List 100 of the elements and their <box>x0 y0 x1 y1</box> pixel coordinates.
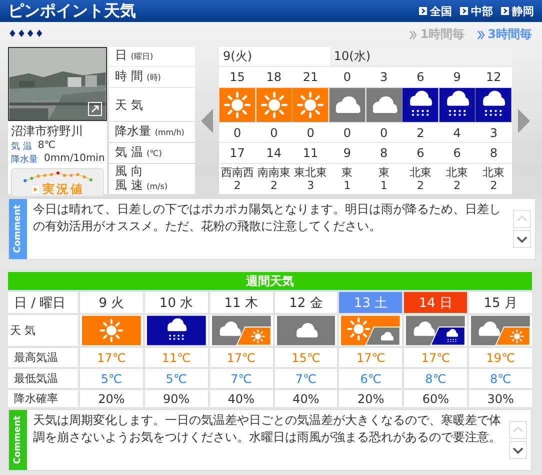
scroll-down-icon[interactable] <box>513 230 531 248</box>
rain-label: 降水量 <box>11 154 38 166</box>
low-temp-cell: 5℃ <box>144 369 208 388</box>
double-chevron-icon <box>409 30 418 40</box>
arrow-icon <box>419 7 427 15</box>
high-temp-cell: 19℃ <box>469 348 532 367</box>
wind-direction: 東 <box>378 166 390 180</box>
sun-and-cloud-icon <box>341 315 400 346</box>
arrow-icon <box>460 7 468 15</box>
hour-cell-text: 12 <box>485 68 502 86</box>
wind-speed: 2 <box>454 179 461 192</box>
low-temp-cell: 8℃ <box>469 369 532 388</box>
rain-cell-text: 0 <box>378 124 389 142</box>
wind-direction: 北東 <box>482 166 505 180</box>
cloud-and-sun-icon <box>471 315 530 346</box>
previous-arrow-icon[interactable] <box>201 108 213 132</box>
wind-direction: 東 <box>342 166 353 180</box>
row-label: 降水確率 <box>8 390 78 407</box>
arrow-icon <box>501 7 509 15</box>
low-temp-cell: 8℃ <box>404 369 468 388</box>
rain-chance-cell: 90% <box>144 390 208 407</box>
hour-cell-text: 18 <box>265 68 283 86</box>
temp-cell-text: 11 <box>302 145 320 162</box>
comment-tag: Comment <box>9 199 27 259</box>
hour-cell-text: 6 <box>416 68 426 86</box>
wind-speed: 2 <box>270 179 278 192</box>
rain-chance-cell: 60% <box>404 390 468 407</box>
wind-direction: 南南東 <box>257 166 290 180</box>
location-mark: ♦♦♦♦ <box>8 29 44 40</box>
row-label: 日 (曜日) <box>109 47 195 66</box>
wind-direction: 北東 <box>446 166 468 180</box>
temp-cell-text: 17 <box>228 145 246 162</box>
rain-cell-text: 0 <box>306 124 316 142</box>
row-label: 最高気温 <box>8 348 78 367</box>
high-temp-cell: 11℃ <box>144 348 208 367</box>
row-label: 時 間 (時) <box>109 66 195 87</box>
sun-icon <box>82 315 141 346</box>
high-temp-cell: 17℃ <box>404 348 468 367</box>
breadcrumb-link[interactable]: 中部 <box>460 4 493 18</box>
rain-chance-cell: 20% <box>339 390 402 407</box>
expand-icon[interactable] <box>88 102 102 116</box>
row-label: 風 向 風 速 (m/s) <box>109 164 195 194</box>
low-temp-cell: 5℃ <box>80 369 143 388</box>
cloud-icon <box>276 315 336 346</box>
comment-text: 天気は周期変化します。一日の気温差や日ごとの気温差が大きくなるので、寒暖差で体調を崩さないようお気をつけください。水曜日は雨風が強まる恐れがあるので要注意。 <box>32 412 502 446</box>
high-temp-cell: 17℃ <box>80 348 143 367</box>
temp-cell-text: 8 <box>378 145 389 162</box>
wind-speed: 2 <box>234 179 241 192</box>
day-cell: 13 土 <box>339 292 402 313</box>
double-chevron-icon <box>476 30 485 40</box>
next-arrow-icon[interactable] <box>518 108 530 132</box>
high-temp-cell: 15℃ <box>274 348 338 367</box>
day-cell-text: 9(火) <box>222 48 253 65</box>
rain-chance-cell: 40% <box>274 390 338 407</box>
hour-cell-text: 0 <box>342 68 352 86</box>
place-name: 沼津市狩野川 <box>10 123 84 140</box>
high-temp-cell: 17℃ <box>339 348 402 367</box>
wind-direction: 西南西 <box>220 166 254 180</box>
hour-cell-text: 3 <box>378 68 389 86</box>
page-title: ピンポイント天気 <box>8 0 136 22</box>
section-header: 週間天気 <box>8 272 532 290</box>
rain-cell-text: 0 <box>269 124 279 142</box>
day-cell: 9 火 <box>80 292 143 313</box>
row-label: 天 気 <box>109 88 195 122</box>
scroll-down-icon[interactable] <box>509 441 527 459</box>
rain-cell-text: 2 <box>416 124 426 142</box>
wind-speed: 1 <box>344 179 351 192</box>
high-temp-cell: 17℃ <box>210 348 273 367</box>
rain-cloud-icon <box>146 315 206 346</box>
low-temp-cell: 6℃ <box>339 369 402 388</box>
cloud-and-rain-cloud-icon <box>406 315 466 346</box>
row-label: 最低気温 <box>8 369 78 388</box>
play-icon <box>30 185 40 194</box>
temp-cell-text: 14 <box>265 145 283 162</box>
temp-cell-text: 6 <box>416 145 426 162</box>
temp-cell-text: 9 <box>342 145 352 162</box>
day-cell: 15 月 <box>469 292 532 313</box>
row-label: 降水量 (mm/h) <box>109 122 195 142</box>
breadcrumb-link[interactable]: 静岡 <box>501 4 534 18</box>
rain-chance-cell: 40% <box>210 390 273 407</box>
wind-speed: 1 <box>380 179 388 192</box>
hour-cell-text: 21 <box>302 68 320 86</box>
rain-chance-cell: 20% <box>80 390 143 407</box>
wind-speed: 3 <box>307 179 314 192</box>
temp-cell-text: 6 <box>452 145 462 162</box>
row-label: 気 温 (℃) <box>109 143 195 164</box>
comment-tag: Comment <box>9 410 27 470</box>
rain-cell-text: 3 <box>488 124 498 142</box>
comment-text: 今日は晴れて、日差しの下ではポカポカ陽気となります。明日は雨が降るため、日差しの有効活用がオススメ。ただ、花粉の飛散に注意してください。 <box>32 201 502 235</box>
cloud-and-sun-icon <box>212 315 271 346</box>
breadcrumb-link[interactable]: 全国 <box>419 4 452 18</box>
row-label: 日 / 曜日 <box>8 292 78 313</box>
row-label: 天 気 <box>8 315 78 346</box>
day-cell: 14 日 <box>404 292 468 313</box>
temp-label: 気 温 <box>11 140 32 153</box>
temp-value: 8℃ <box>38 140 56 153</box>
temp-cell-text: 8 <box>488 145 498 162</box>
rain-cell-text: 0 <box>342 124 352 142</box>
rain-chance-cell: 30% <box>469 390 532 407</box>
rain-cell-text: 4 <box>452 124 462 142</box>
